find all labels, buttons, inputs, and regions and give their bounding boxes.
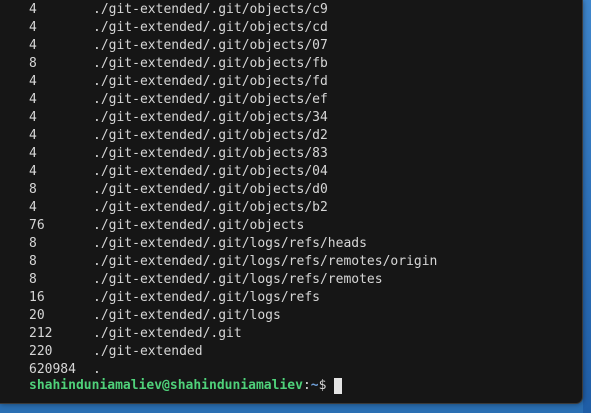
prompt-user-host: shahinduniamaliev@shahinduniamaliev	[29, 378, 303, 393]
directory-path: ./git-extended/.git/objects/b2	[93, 200, 328, 215]
output-line: 8 ./git-extended/.git/objects/d0	[29, 181, 582, 199]
disk-usage-size: 20	[29, 308, 45, 323]
disk-usage-size: 4	[29, 146, 37, 161]
disk-usage-size: 8	[29, 272, 37, 287]
output-line: 8 ./git-extended/.git/objects/fb	[29, 55, 582, 73]
output-line: 8 ./git-extended/.git/logs/refs/remotes	[29, 271, 582, 289]
output-line: 76 ./git-extended/.git/objects	[29, 217, 582, 235]
output-line: 4 ./git-extended/.git/objects/83	[29, 145, 582, 163]
disk-usage-size: 4	[29, 20, 37, 35]
output-line: 4 ./git-extended/.git/objects/c9	[29, 1, 582, 19]
output-line: 8 ./git-extended/.git/logs/refs/heads	[29, 235, 582, 253]
prompt-separator: :	[302, 378, 311, 393]
disk-usage-size: 8	[29, 56, 37, 71]
directory-path: ./git-extended/.git/objects/d0	[93, 182, 328, 197]
directory-path: ./git-extended/.git/objects/cd	[93, 20, 328, 35]
shell-prompt[interactable]: shahinduniamaliev@shahinduniamaliev: ~ $	[29, 377, 343, 395]
output-line: 8 ./git-extended/.git/logs/refs/remotes/o…	[29, 253, 582, 271]
directory-path: ./git-extended/.git/logs/refs/heads	[93, 236, 367, 251]
disk-usage-size: 4	[29, 200, 37, 215]
output-line: 220 ./git-extended	[29, 343, 582, 361]
directory-path: ./git-extended/.git/objects	[93, 218, 305, 233]
disk-usage-size: 212	[29, 326, 53, 341]
disk-usage-size: 4	[29, 38, 37, 53]
directory-path: ./git-extended/.git/objects/ef	[93, 92, 328, 107]
disk-usage-size: 4	[29, 74, 37, 89]
disk-usage-size: 220	[29, 344, 53, 359]
disk-usage-size: 8	[29, 254, 37, 269]
prompt-symbol: $	[318, 378, 327, 393]
disk-usage-size: 4	[29, 92, 37, 107]
directory-path: ./git-extended/.git/logs	[93, 308, 281, 323]
directory-path: ./git-extended/.git	[93, 326, 242, 341]
desktop-background	[583, 0, 591, 413]
disk-usage-size: 4	[29, 164, 37, 179]
output-line: 4 ./git-extended/.git/objects/07	[29, 37, 582, 55]
disk-usage-size: 8	[29, 236, 37, 251]
directory-path: ./git-extended/.git/objects/c9	[93, 2, 328, 17]
directory-path: ./git-extended	[93, 344, 203, 359]
disk-usage-size: 4	[29, 128, 37, 143]
output-line: 4 ./git-extended/.git/objects/d2	[29, 127, 582, 145]
output-line: 16 ./git-extended/.git/logs/refs	[29, 289, 582, 307]
output-line: 212 ./git-extended/.git	[29, 325, 582, 343]
directory-path: ./git-extended/.git/logs/refs/remotes	[93, 272, 383, 287]
directory-path: ./git-extended/.git/objects/d2	[93, 128, 328, 143]
disk-usage-size: 16	[29, 290, 45, 305]
disk-usage-size: 76	[29, 218, 45, 233]
disk-usage-size: 4	[29, 110, 37, 125]
terminal-window[interactable]: 4 ./git-extended/.git/objects/c9 4 ./git-e…	[0, 0, 583, 404]
output-line: 4 ./git-extended/.git/objects/fd	[29, 73, 582, 91]
directory-path: ./git-extended/.git/objects/04	[93, 164, 328, 179]
prompt-current-directory: ~	[310, 378, 319, 393]
disk-usage-size: 8	[29, 182, 37, 197]
directory-path: ./git-extended/.git/objects/34	[93, 110, 328, 125]
directory-path: ./git-extended/.git/objects/83	[93, 146, 328, 161]
output-line: 4 ./git-extended/.git/objects/b2	[29, 199, 582, 217]
directory-path: ./git-extended/.git/objects/07	[93, 38, 328, 53]
text-cursor	[334, 378, 343, 394]
output-line: 20 ./git-extended/.git/logs	[29, 307, 582, 325]
terminal-output: 4 ./git-extended/.git/objects/c9 4 ./git-e…	[29, 1, 582, 379]
output-line: 4 ./git-extended/.git/objects/04	[29, 163, 582, 181]
directory-path: ./git-extended/.git/logs/refs/remotes/or…	[93, 254, 438, 269]
output-line: 4 ./git-extended/.git/objects/34	[29, 109, 582, 127]
directory-path: ./git-extended/.git/objects/fb	[93, 56, 328, 71]
output-line: 4 ./git-extended/.git/objects/ef	[29, 91, 582, 109]
disk-usage-size: 4	[29, 2, 37, 17]
directory-path: ./git-extended/.git/logs/refs	[93, 290, 320, 305]
directory-path: ./git-extended/.git/objects/fd	[93, 74, 328, 89]
output-line: 4 ./git-extended/.git/objects/cd	[29, 19, 582, 37]
